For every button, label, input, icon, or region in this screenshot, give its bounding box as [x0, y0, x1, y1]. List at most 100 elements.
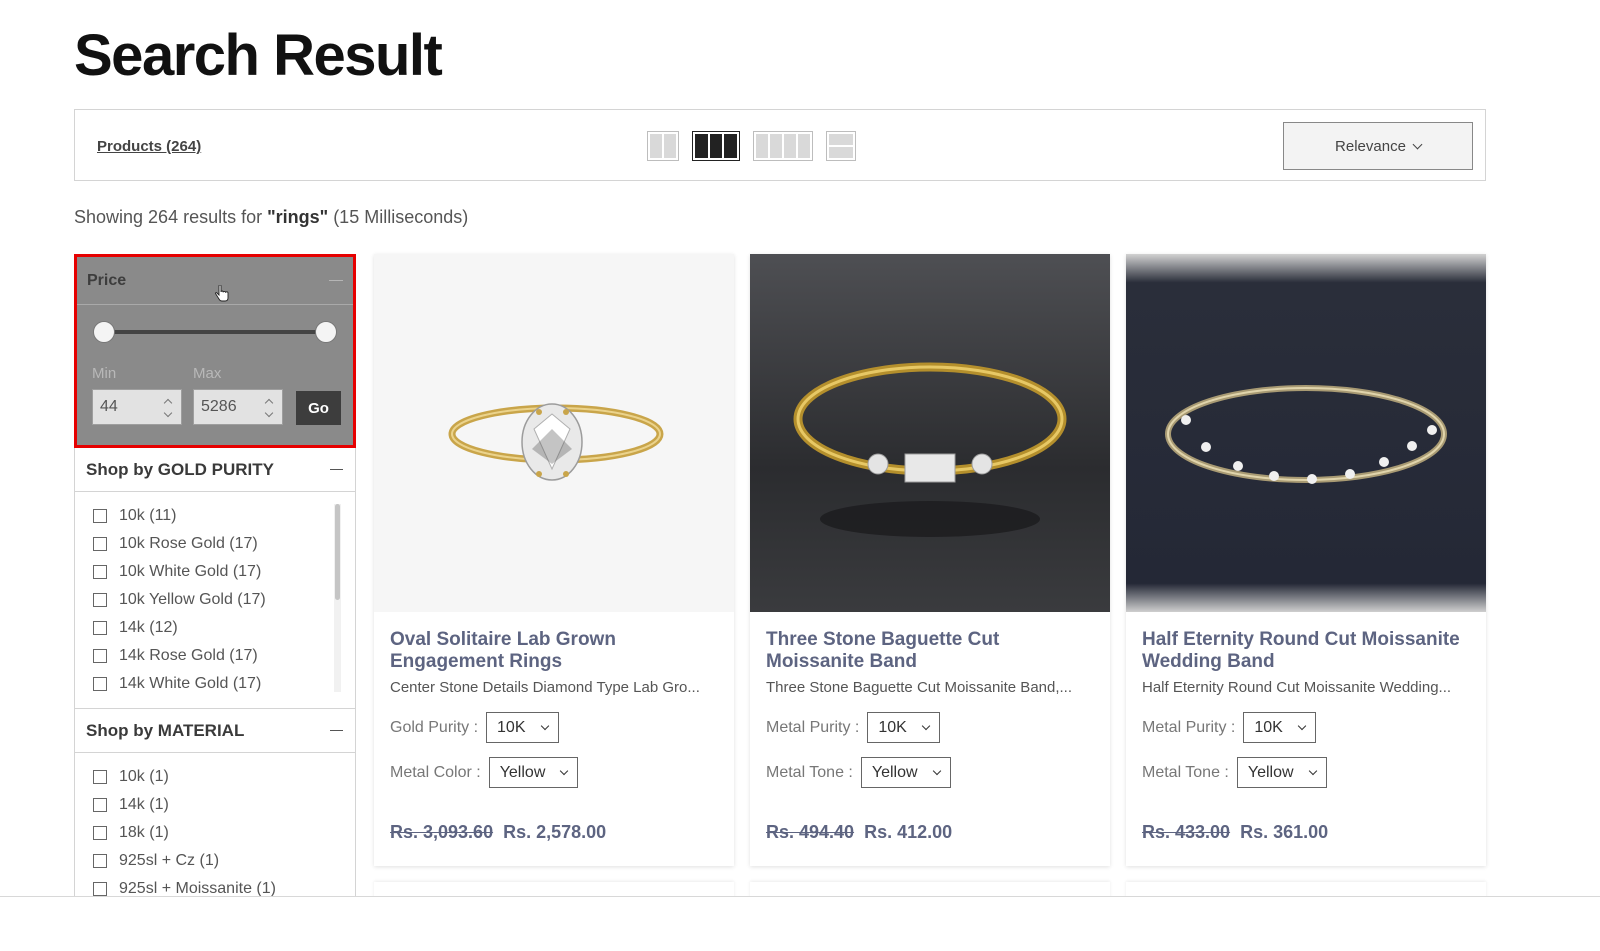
material-filter-header[interactable]: Shop by MATERIAL [75, 709, 355, 753]
checkbox-icon[interactable] [93, 770, 107, 784]
option-row: Metal Tone : Yellow [1142, 757, 1470, 788]
product-title[interactable]: Three Stone Baguette Cut Moissanite Band [766, 629, 1094, 675]
sale-price: Rs. 2,578.00 [503, 822, 607, 842]
chevron-down-icon [1297, 721, 1307, 730]
filter-option[interactable]: 10k (11) [93, 502, 355, 530]
chevron-down-icon [560, 766, 569, 775]
stepper-arrows-icon[interactable] [164, 399, 172, 417]
filter-option[interactable]: 10k (1) [93, 763, 355, 791]
ring-three-stone-image [793, 362, 1067, 537]
checkbox-icon[interactable] [93, 882, 107, 896]
view-4-column-button[interactable] [753, 131, 813, 161]
chevron-down-icon [932, 766, 941, 775]
filter-option[interactable]: 14k (1) [93, 791, 355, 819]
gold-purity-filter: Shop by GOLD PURITY 10k (11) 10k Rose Go… [74, 448, 356, 709]
checkbox-icon[interactable] [93, 593, 107, 607]
option-row: Metal Color : Yellow [390, 757, 718, 788]
product-card[interactable]: Three Stone Baguette Cut Moissanite Band… [750, 254, 1110, 866]
old-price: Rs. 494.40 [766, 822, 855, 842]
filter-option[interactable]: 925sl + Moissanite (1) [93, 875, 355, 896]
price-go-button[interactable]: Go [296, 391, 341, 425]
product-image[interactable] [1126, 254, 1486, 612]
results-summary-prefix: Showing 264 results for [74, 207, 268, 227]
checkbox-icon[interactable] [93, 826, 107, 840]
gold-purity-filter-title: Shop by GOLD PURITY [86, 459, 274, 479]
filter-option[interactable]: 10k White Gold (17) [93, 558, 355, 586]
scrollbar-thumb[interactable] [335, 504, 340, 600]
price-range-slider[interactable] [93, 321, 337, 343]
gold-purity-select[interactable]: 10K [486, 712, 559, 743]
checkbox-icon[interactable] [93, 509, 107, 523]
filter-scrollbar[interactable] [334, 504, 341, 692]
product-description: Center Stone Details Diamond Type Lab Gr… [390, 679, 700, 696]
product-title[interactable]: Oval Solitaire Lab Grown Engagement Ring… [390, 629, 718, 675]
price-filter-title: Price [87, 271, 127, 289]
view-2-column-button[interactable] [647, 131, 679, 161]
sale-price: Rs. 412.00 [864, 822, 953, 842]
product-title[interactable]: Half Eternity Round Cut Moissanite Weddi… [1142, 629, 1470, 675]
option-label: Metal Color : [390, 763, 481, 781]
option-label: Metal Purity : [1142, 718, 1236, 736]
price-max-input[interactable]: 5286 [193, 389, 283, 425]
results-summary-suffix: (15 Milliseconds) [328, 207, 469, 227]
price-filter-panel: Price Min Max 44 5286 Go [74, 254, 356, 448]
metal-tone-select[interactable]: Yellow [860, 757, 951, 788]
filter-option[interactable]: 14k (12) [93, 614, 355, 642]
product-description: Half Eternity Round Cut Moissanite Weddi… [1142, 679, 1452, 696]
metal-color-select[interactable]: Yellow [488, 757, 579, 788]
price-max-label: Max [193, 365, 222, 382]
collapse-icon[interactable] [329, 279, 343, 282]
product-image[interactable] [374, 254, 734, 612]
filter-sidebar: Price Min Max 44 5286 Go Shop by GOLD PU… [74, 254, 356, 896]
old-price: Rs. 3,093.60 [390, 822, 494, 842]
option-label: Metal Tone : [766, 763, 853, 781]
products-count-link[interactable]: Products (264) [97, 138, 201, 155]
price-min-input[interactable]: 44 [92, 389, 182, 425]
filter-option[interactable]: 10k Rose Gold (17) [93, 530, 355, 558]
metal-purity-select[interactable]: 10K [867, 712, 940, 743]
stepper-arrows-icon[interactable] [265, 399, 273, 417]
collapse-icon[interactable] [330, 729, 343, 732]
price-min-label: Min [92, 365, 117, 382]
checkbox-icon[interactable] [93, 621, 107, 635]
product-card[interactable]: Half Eternity Round Cut Moissanite Weddi… [1126, 254, 1486, 866]
checkbox-icon[interactable] [93, 537, 107, 551]
ring-half-eternity-image [1165, 385, 1447, 484]
price-max-handle[interactable] [315, 321, 337, 343]
results-query: "rings" [267, 207, 329, 227]
hand-cursor-icon [215, 285, 229, 302]
price-min-value: 44 [100, 398, 118, 415]
checkbox-icon[interactable] [93, 677, 107, 691]
checkbox-icon[interactable] [93, 854, 107, 868]
gold-purity-filter-header[interactable]: Shop by GOLD PURITY [75, 448, 355, 492]
collapse-icon[interactable] [330, 468, 343, 471]
results-summary: Showing 264 results for "rings" (15 Mill… [74, 207, 468, 228]
view-3-column-button[interactable] [692, 131, 740, 161]
old-price: Rs. 433.00 [1142, 822, 1231, 842]
metal-purity-select[interactable]: 10K [1243, 712, 1316, 743]
filter-option[interactable]: 14k White Gold (17) [93, 670, 355, 698]
price-min-handle[interactable] [93, 321, 115, 343]
product-card[interactable]: Oval Solitaire Lab Grown Engagement Ring… [374, 254, 734, 866]
option-row: Metal Tone : Yellow [766, 757, 1094, 788]
chevron-down-icon [1412, 139, 1423, 149]
option-label: Gold Purity : [390, 718, 479, 736]
product-image[interactable] [750, 254, 1110, 612]
filter-option[interactable]: 14k Rose Gold (17) [93, 642, 355, 670]
chevron-down-icon [1308, 766, 1317, 775]
metal-tone-select[interactable]: Yellow [1236, 757, 1327, 788]
sort-dropdown-label: Relevance [1335, 137, 1406, 155]
filter-option[interactable]: 18k (1) [93, 819, 355, 847]
sale-price: Rs. 361.00 [1240, 822, 1329, 842]
checkbox-icon[interactable] [93, 649, 107, 663]
filter-option[interactable]: 10k Yellow Gold (17) [93, 586, 355, 614]
material-options: 10k (1) 14k (1) 18k (1) 925sl + Cz (1) 9… [75, 753, 355, 896]
sort-dropdown[interactable]: Relevance [1283, 122, 1473, 170]
checkbox-icon[interactable] [93, 565, 107, 579]
view-list-button[interactable] [826, 131, 856, 161]
option-row: Metal Purity : 10K [1142, 712, 1470, 743]
filter-option[interactable]: 925sl + Cz (1) [93, 847, 355, 875]
price-row: Rs. 3,093.60 Rs. 2,578.00 [390, 822, 718, 843]
checkbox-icon[interactable] [93, 798, 107, 812]
results-toolbar: Products (264) Relevance [74, 109, 1486, 181]
